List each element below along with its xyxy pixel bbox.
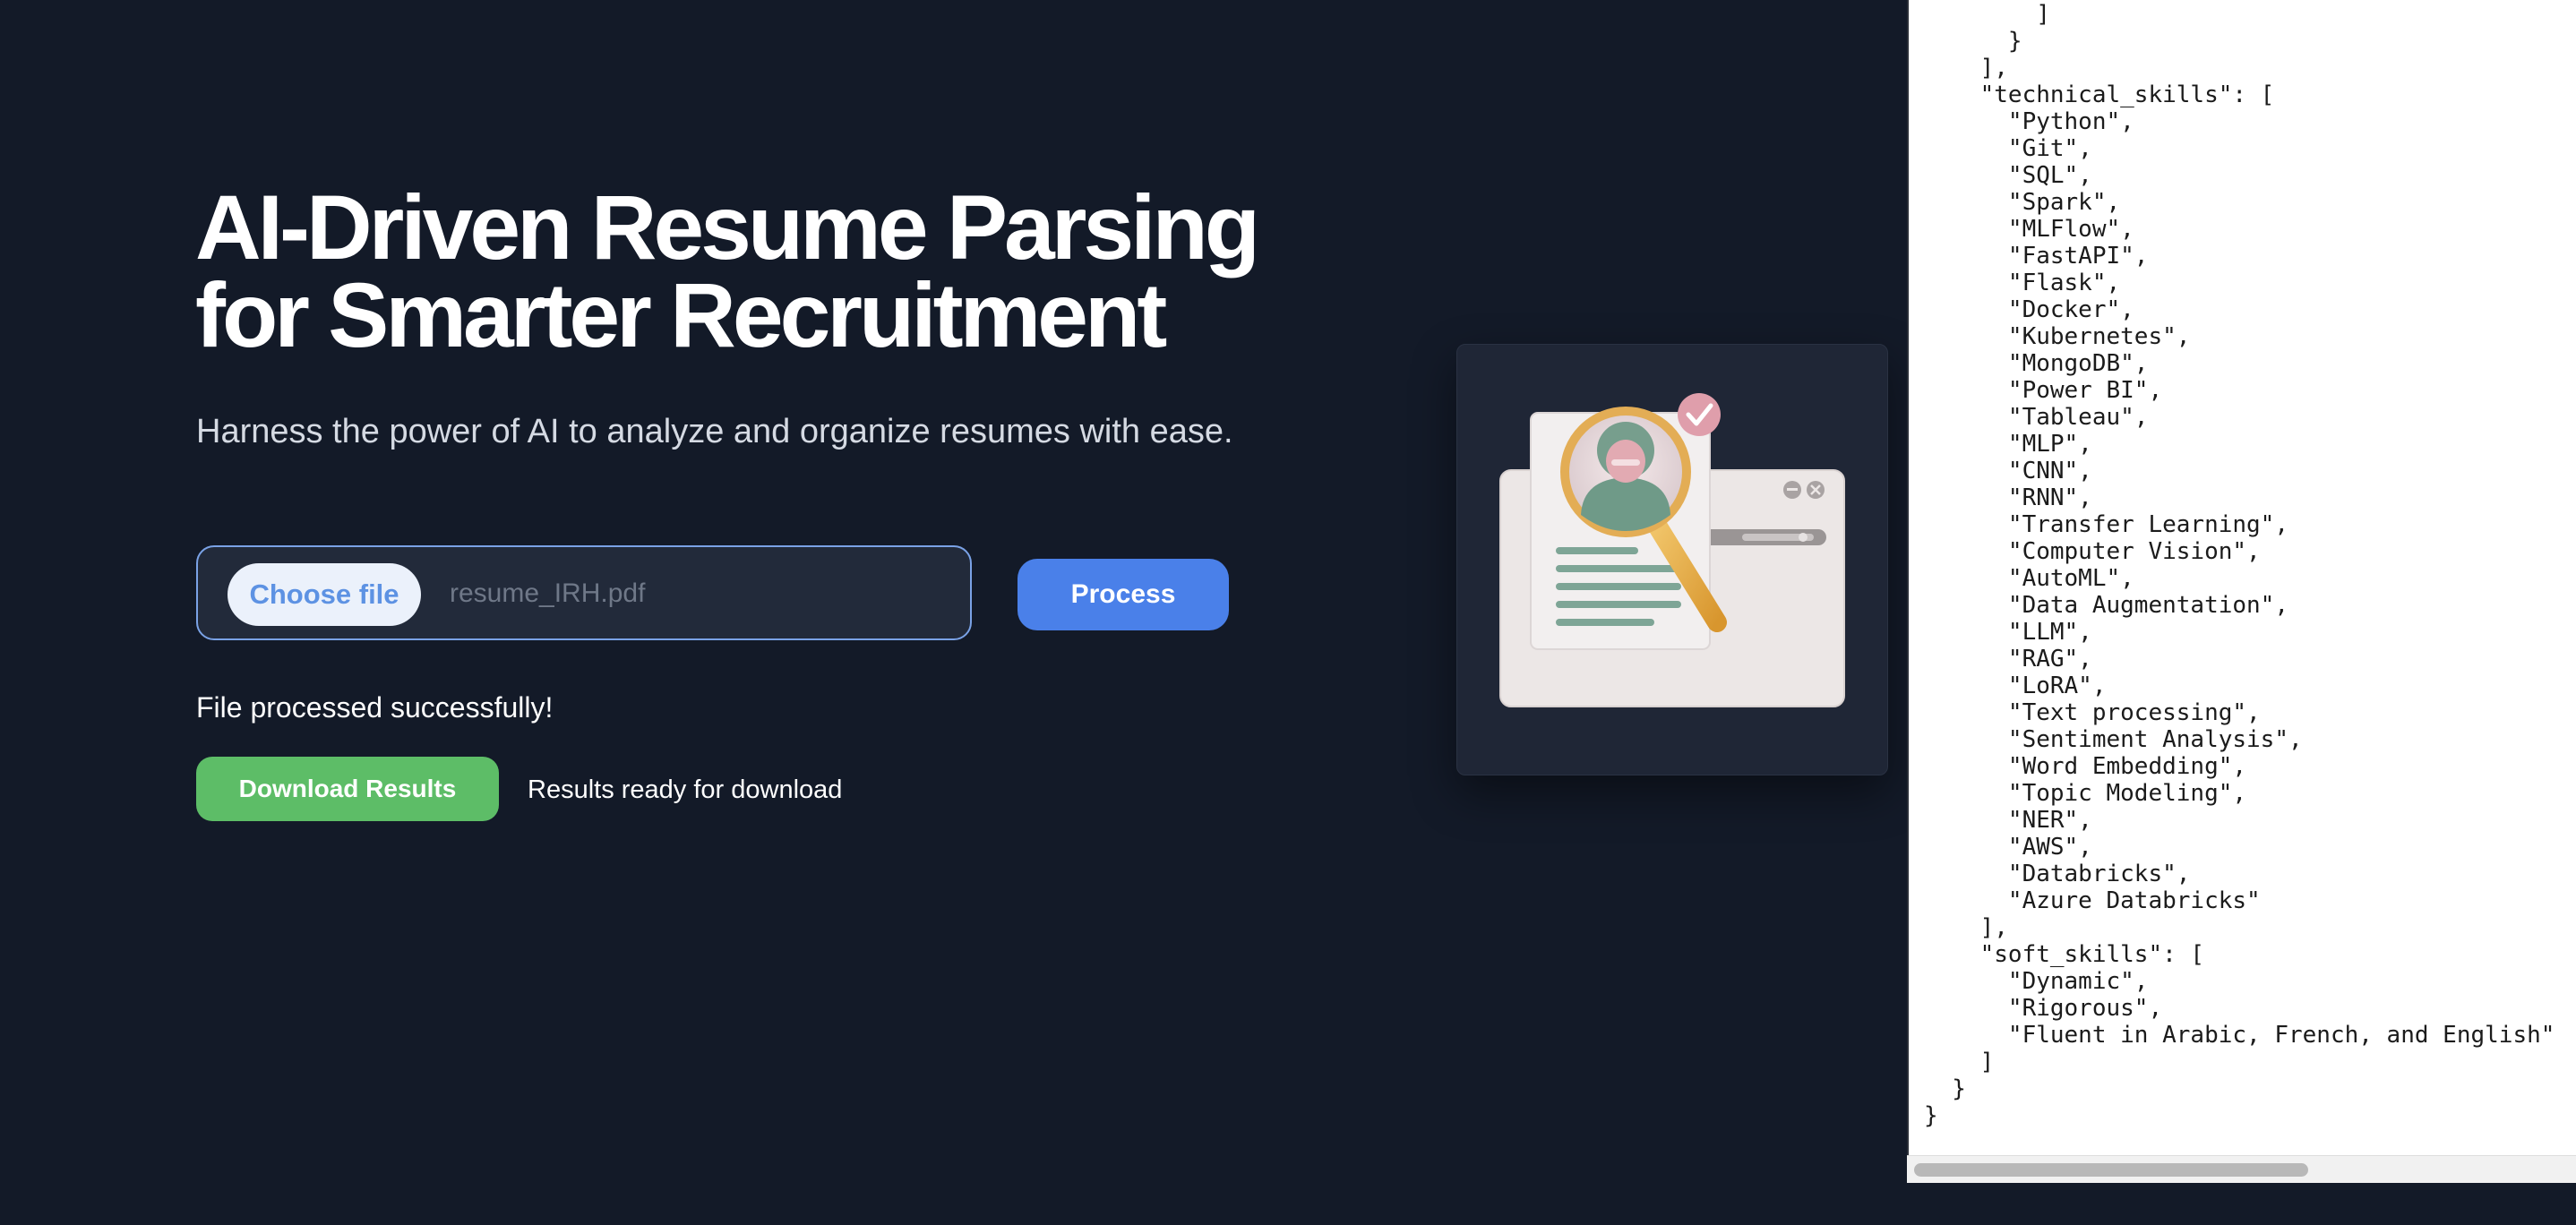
scrollbar-thumb[interactable] — [1914, 1163, 2308, 1177]
selected-file-name: resume_IRH.pdf — [450, 578, 646, 608]
hero-title: AI-Driven Resume Parsing for Smarter Rec… — [195, 176, 1270, 366]
download-results-button[interactable]: Download Results — [196, 757, 499, 821]
illustration-card — [1456, 344, 1888, 775]
status-message: File processed successfully! — [196, 691, 554, 724]
hero-title-line-2: for Smarter Recruitment — [195, 264, 1167, 366]
ready-message: Results ready for download — [528, 775, 843, 804]
horizontal-scrollbar[interactable] — [1907, 1155, 2576, 1183]
file-upload-field[interactable]: Choose file resume_IRH.pdf — [196, 545, 972, 640]
hero-title-line-1: AI-Driven Resume Parsing — [195, 176, 1260, 278]
json-output-text: " ] } ], "technical_skills": [ "Python",… — [1924, 0, 2555, 1129]
hero-subtitle: Harness the power of AI to analyze and o… — [196, 413, 1233, 450]
json-output-panel[interactable]: " ] } ], "technical_skills": [ "Python",… — [1907, 0, 2576, 1182]
choose-file-button[interactable]: Choose file — [228, 563, 421, 626]
resume-search-illustration-icon — [1499, 393, 1845, 707]
process-button[interactable]: Process — [1018, 559, 1229, 630]
